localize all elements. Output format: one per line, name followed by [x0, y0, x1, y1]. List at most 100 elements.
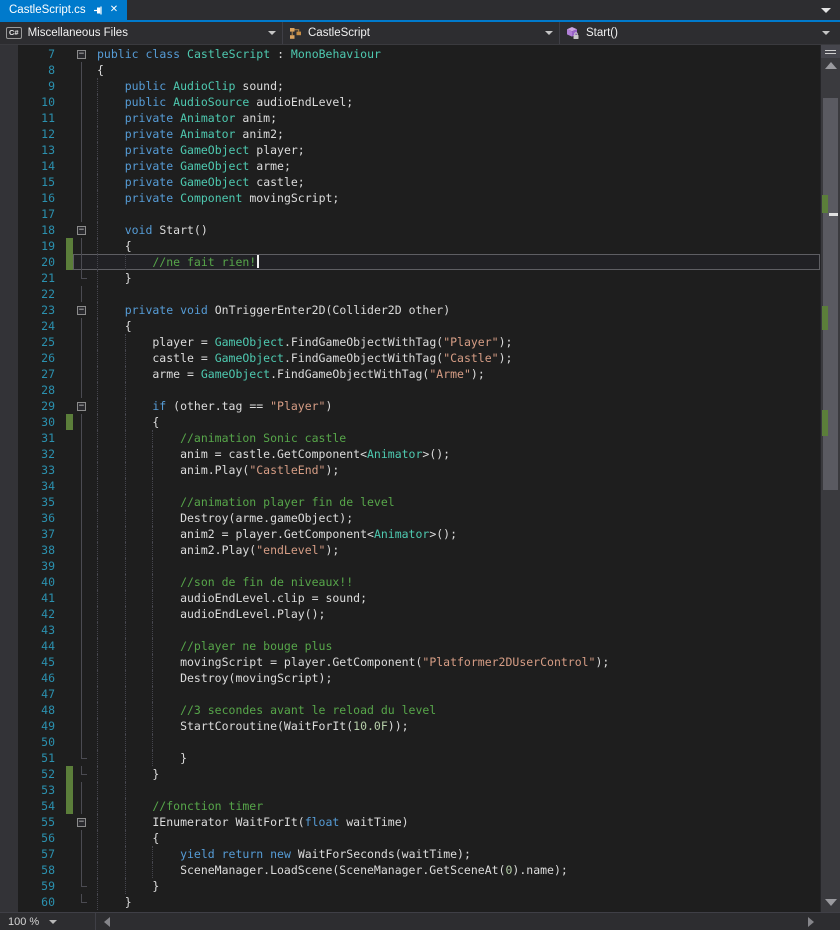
- code-text[interactable]: [91, 558, 820, 574]
- line-number: 60: [0, 894, 66, 910]
- code-text[interactable]: movingScript = player.GetComponent("Plat…: [91, 654, 820, 670]
- code-text[interactable]: player = GameObject.FindGameObjectWithTa…: [91, 334, 820, 350]
- code-line-45: 45movingScript = player.GetComponent("Pl…: [0, 654, 820, 670]
- code-text[interactable]: private GameObject castle;: [91, 174, 820, 190]
- code-text[interactable]: [91, 734, 820, 750]
- code-text[interactable]: //3 secondes avant le reload du level: [91, 702, 820, 718]
- code-text[interactable]: [91, 286, 820, 302]
- scroll-up-arrow-icon[interactable]: [825, 62, 837, 69]
- code-text[interactable]: private Animator anim;: [91, 110, 820, 126]
- indent-guide: [97, 398, 125, 414]
- code-text[interactable]: void Start(): [91, 222, 820, 238]
- code-text[interactable]: public AudioClip sound;: [91, 78, 820, 94]
- collapse-region-icon[interactable]: −: [77, 306, 86, 315]
- change-margin: [66, 222, 73, 238]
- code-text[interactable]: private Component movingScript;: [91, 190, 820, 206]
- code-text[interactable]: }: [91, 750, 820, 766]
- code-text[interactable]: {: [91, 414, 820, 430]
- code-text[interactable]: {: [91, 318, 820, 334]
- indent-guide: [97, 238, 125, 254]
- code-text[interactable]: [91, 478, 820, 494]
- code-text[interactable]: IEnumerator WaitForIt(float waitTime): [91, 814, 820, 830]
- collapse-region-icon[interactable]: −: [77, 402, 86, 411]
- line-number: 29: [0, 398, 66, 414]
- code-line-20: 20 //ne fait rien!: [0, 254, 820, 270]
- zoom-level-selector[interactable]: 100 %: [0, 913, 96, 930]
- code-text[interactable]: SceneManager.LoadScene(SceneManager.GetS…: [91, 862, 820, 878]
- code-text[interactable]: anim2.Play("endLevel");: [91, 542, 820, 558]
- code-text[interactable]: Destroy(movingScript);: [91, 670, 820, 686]
- code-text[interactable]: anim.Play("CastleEnd");: [91, 462, 820, 478]
- fold-region-line: [73, 846, 91, 862]
- tab-castlescript[interactable]: CastleScript.cs ✕: [0, 0, 127, 20]
- fold-region-line: [73, 318, 91, 334]
- code-text[interactable]: arme = GameObject.FindGameObjectWithTag(…: [91, 366, 820, 382]
- pin-icon[interactable]: [93, 5, 103, 16]
- code-text[interactable]: {: [91, 830, 820, 846]
- code-line-58: 58SceneManager.LoadScene(SceneManager.Ge…: [0, 862, 820, 878]
- vertical-scrollbar[interactable]: [820, 45, 840, 912]
- scroll-right-arrow-icon[interactable]: [808, 917, 814, 927]
- code-text[interactable]: castle = GameObject.FindGameObjectWithTa…: [91, 350, 820, 366]
- code-text[interactable]: private Animator anim2;: [91, 126, 820, 142]
- indent-guide: [152, 750, 180, 766]
- indent-guide: [125, 798, 153, 814]
- code-text[interactable]: Destroy(arme.gameObject);: [91, 510, 820, 526]
- indent-guide: [152, 526, 180, 542]
- line-number: 20: [0, 254, 66, 270]
- code-text[interactable]: [91, 622, 820, 638]
- code-text[interactable]: }: [91, 878, 820, 894]
- line-number: 17: [0, 206, 66, 222]
- code-text[interactable]: //son de fin de niveaux!!: [91, 574, 820, 590]
- code-text[interactable]: anim2 = player.GetComponent<Animator>();: [91, 526, 820, 542]
- member-dropdown[interactable]: Start(): [560, 22, 840, 44]
- code-text[interactable]: //animation player fin de level: [91, 494, 820, 510]
- code-text[interactable]: }: [91, 894, 820, 910]
- fold-region-line: [73, 190, 91, 206]
- code-text[interactable]: {: [91, 238, 820, 254]
- code-text[interactable]: //player ne bouge plus: [91, 638, 820, 654]
- code-text[interactable]: public class CastleScript : MonoBehaviou…: [91, 46, 820, 62]
- collapse-region-icon[interactable]: −: [77, 226, 86, 235]
- type-dropdown[interactable]: CastleScript: [283, 22, 560, 44]
- code-text[interactable]: audioEndLevel.clip = sound;: [91, 590, 820, 606]
- collapse-region-icon[interactable]: −: [77, 50, 86, 59]
- tab-list-dropdown-icon[interactable]: [821, 8, 831, 13]
- scroll-down-arrow-icon[interactable]: [825, 899, 837, 906]
- split-window-handle[interactable]: [821, 45, 840, 58]
- code-text[interactable]: private GameObject arme;: [91, 158, 820, 174]
- collapse-region-icon[interactable]: −: [77, 818, 86, 827]
- code-text[interactable]: yield return new WaitForSeconds(waitTime…: [91, 846, 820, 862]
- fold-region-end: [73, 878, 91, 894]
- change-tracking-bar: [66, 414, 73, 430]
- navigation-bar: C# Miscellaneous Files CastleScript S: [0, 22, 840, 45]
- code-text[interactable]: }: [91, 766, 820, 782]
- code-text[interactable]: public AudioSource audioEndLevel;: [91, 94, 820, 110]
- code-text[interactable]: [91, 686, 820, 702]
- line-number: 12: [0, 126, 66, 142]
- code-text[interactable]: if (other.tag == "Player"): [91, 398, 820, 414]
- code-editor[interactable]: 7−public class CastleScript : MonoBehavi…: [0, 45, 820, 912]
- code-text[interactable]: [91, 382, 820, 398]
- line-number: 42: [0, 606, 66, 622]
- code-line-49: 49StartCoroutine(WaitForIt(10.0F));: [0, 718, 820, 734]
- code-line-11: 11private Animator anim;: [0, 110, 820, 126]
- code-text[interactable]: anim = castle.GetComponent<Animator>();: [91, 446, 820, 462]
- code-text[interactable]: [91, 782, 820, 798]
- close-icon[interactable]: ✕: [110, 5, 118, 15]
- code-text[interactable]: }: [91, 270, 820, 286]
- code-text[interactable]: audioEndLevel.Play();: [91, 606, 820, 622]
- scroll-left-arrow-icon[interactable]: [104, 917, 110, 927]
- code-text[interactable]: StartCoroutine(WaitForIt(10.0F));: [91, 718, 820, 734]
- code-text[interactable]: //fonction timer: [91, 798, 820, 814]
- fold-region-line: [73, 286, 91, 302]
- code-text[interactable]: [91, 206, 820, 222]
- code-text[interactable]: {: [91, 62, 820, 78]
- code-text[interactable]: //animation Sonic castle: [91, 430, 820, 446]
- code-line-39: 39: [0, 558, 820, 574]
- project-dropdown[interactable]: C# Miscellaneous Files: [0, 22, 283, 44]
- zoom-level-value: 100 %: [8, 916, 39, 928]
- code-text[interactable]: private GameObject player;: [91, 142, 820, 158]
- code-text[interactable]: //ne fait rien!: [91, 254, 820, 270]
- code-text[interactable]: private void OnTriggerEnter2D(Collider2D…: [91, 302, 820, 318]
